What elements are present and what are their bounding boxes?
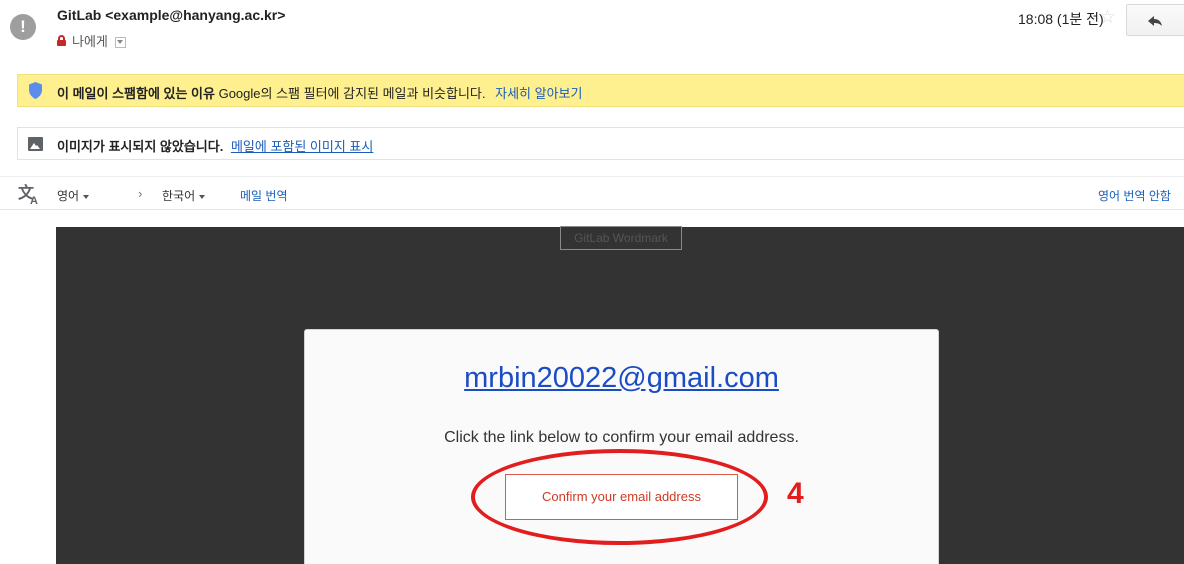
message-time: 18:08 (1분 전): [1018, 11, 1104, 27]
confirm-instruction: Click the link below to confirm your ema…: [444, 429, 799, 446]
spam-message: 이 메일이 스팸함에 있는 이유 Google의 스팸 필터에 감지된 메일과 …: [57, 83, 582, 102]
chevron-down-icon: [117, 40, 124, 44]
translate-icon: 文A: [18, 185, 38, 207]
arrow-right-icon: ›: [138, 186, 143, 201]
images-message: 이미지가 표시되지 않았습니다. 메일에 포함된 이미지 표시: [57, 136, 373, 155]
show-details-button[interactable]: [114, 36, 126, 48]
reply-icon: [1148, 16, 1162, 26]
image-icon: [28, 137, 43, 151]
sender-avatar: !: [10, 14, 36, 40]
star-icon[interactable]: ☆: [1099, 8, 1116, 27]
spam-reason-title: 이 메일이 스팸함에 있는 이유: [57, 86, 215, 101]
target-language-select[interactable]: 한국어: [162, 187, 206, 204]
annotation-ellipse: [471, 449, 768, 545]
recipient-label: 나에게: [72, 34, 108, 49]
email-address-link[interactable]: mrbin20022@gmail.com: [305, 362, 938, 395]
show-images-link[interactable]: 메일에 포함된 이미지 표시: [231, 139, 373, 154]
images-hidden-banner: 이미지가 표시되지 않았습니다. 메일에 포함된 이미지 표시: [17, 127, 1184, 160]
spam-reason-text: Google의 스팸 필터에 감지된 메일과 비슷합니다.: [218, 86, 486, 101]
lock-icon: [57, 35, 66, 46]
recipient-row: 나에게: [57, 31, 126, 50]
annotation-step-number: 4: [787, 477, 804, 510]
reply-button[interactable]: [1126, 4, 1184, 36]
sender-name[interactable]: GitLab <example@hanyang.ac.kr>: [57, 7, 285, 23]
translate-bar: 文A 영어 › 한국어 메일 번역 영어 번역 안함: [0, 176, 1184, 210]
translate-message-link[interactable]: 메일 번역: [240, 187, 288, 204]
source-language-select[interactable]: 영어: [57, 187, 90, 204]
chevron-down-icon: [199, 194, 206, 199]
chevron-down-icon: [83, 194, 90, 199]
spam-warning-banner: 이 메일이 스팸함에 있는 이유 Google의 스팸 필터에 감지된 메일과 …: [17, 74, 1184, 107]
shield-icon: [29, 82, 42, 99]
learn-more-link[interactable]: 자세히 알아보기: [495, 86, 582, 101]
gitlab-wordmark-image: GitLab Wordmark: [560, 226, 682, 250]
images-hidden-text: 이미지가 표시되지 않았습니다.: [57, 139, 224, 154]
never-translate-link[interactable]: 영어 번역 안함: [1098, 187, 1171, 204]
